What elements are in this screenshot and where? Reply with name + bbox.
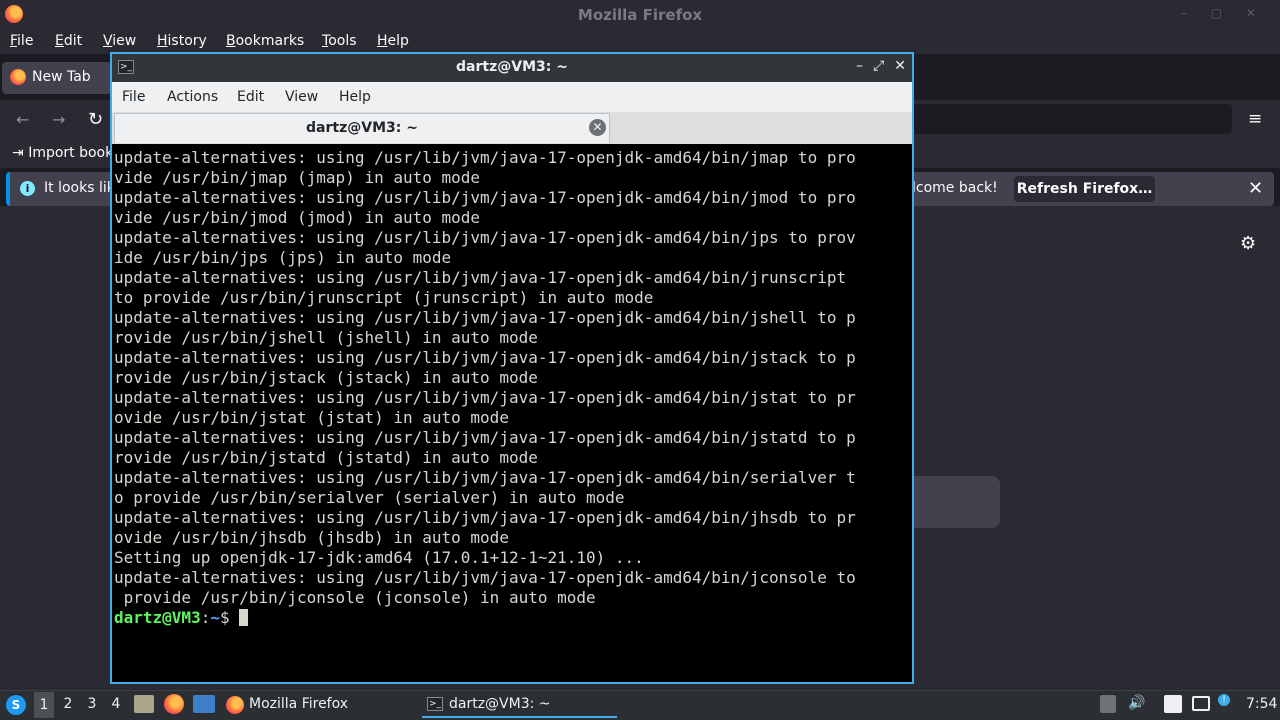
close-icon[interactable]: ✕ bbox=[894, 58, 906, 74]
firefox-url-bar[interactable] bbox=[910, 104, 1232, 134]
terminal-output-line: update-alternatives: using /usr/lib/jvm/… bbox=[114, 348, 856, 367]
terminal-menu-file[interactable]: File bbox=[122, 89, 145, 105]
terminal-window-title: dartz@VM3: ~ bbox=[456, 59, 568, 75]
terminal-window-controls: – ⤢ ✕ bbox=[846, 58, 906, 74]
prompt-user: dartz@VM3 bbox=[114, 608, 201, 627]
package-update-icon[interactable] bbox=[1100, 695, 1116, 713]
terminal-tab[interactable]: dartz@VM3: ~ ✕ bbox=[114, 113, 610, 143]
taskbar bbox=[0, 690, 1280, 720]
firefox-tab-icon bbox=[10, 69, 26, 85]
terminal-output-line: ide /usr/bin/jps (jps) in auto mode bbox=[114, 248, 452, 267]
terminal-output-line: vide /usr/bin/jmod (jmod) in auto mode bbox=[114, 208, 481, 227]
firefox-menu-bookmarks[interactable]: Bookmarks bbox=[226, 33, 304, 49]
terminal-output-line: rovide /usr/bin/jshell (jshell) in auto … bbox=[114, 328, 538, 347]
workspace-4[interactable]: 4 bbox=[106, 696, 126, 712]
terminal-task-icon: >_ bbox=[427, 697, 443, 711]
terminal-output-line: update-alternatives: using /usr/lib/jvm/… bbox=[114, 468, 856, 487]
prompt-symbol: $ bbox=[219, 608, 240, 627]
terminal-output-line: to provide /usr/bin/jrunscript (jrunscri… bbox=[114, 288, 654, 307]
terminal-output-line: update-alternatives: using /usr/lib/jvm/… bbox=[114, 228, 856, 247]
taskbar-task-terminal[interactable]: >_ dartz@VM3: ~ bbox=[422, 692, 617, 718]
notice-message-end: lcome back! bbox=[912, 180, 998, 196]
import-icon: ⇥ bbox=[12, 145, 29, 161]
refresh-firefox-button[interactable]: Refresh Firefox… bbox=[1014, 176, 1155, 202]
hamburger-menu-icon[interactable]: ≡ bbox=[1248, 109, 1262, 129]
terminal-output-line: update-alternatives: using /usr/lib/jvm/… bbox=[114, 388, 856, 407]
terminal-prompt-line: dartz@VM3:~$ bbox=[114, 608, 910, 628]
taskbar-task-firefox-label: Mozilla Firefox bbox=[249, 696, 349, 712]
notice-message-start: It looks lik bbox=[44, 180, 115, 196]
terminal-tabbar: dartz@VM3: ~ ✕ bbox=[112, 112, 912, 144]
firefox-task-icon bbox=[226, 696, 244, 714]
start-menu-icon[interactable]: S bbox=[6, 695, 26, 715]
terminal-output-line: o provide /usr/bin/serialver (serialver)… bbox=[114, 488, 625, 507]
terminal-output-line: update-alternatives: using /usr/lib/jvm/… bbox=[114, 568, 856, 587]
import-bookmarks-label: Import book bbox=[28, 145, 114, 161]
terminal-output-line: vide /usr/bin/jmap (jmap) in auto mode bbox=[114, 168, 481, 187]
tab-close-icon[interactable]: ✕ bbox=[589, 119, 606, 136]
firefox-menu-history[interactable]: History bbox=[157, 33, 207, 49]
gear-icon[interactable]: ⚙ bbox=[1240, 233, 1256, 254]
firefox-window-controls[interactable]: – ▢ ✕ bbox=[1181, 6, 1266, 20]
terminal-output-line: Setting up openjdk-17-jdk:amd64 (17.0.1+… bbox=[114, 548, 644, 567]
file-manager-icon[interactable] bbox=[134, 695, 154, 713]
notice-accent-bar bbox=[6, 172, 10, 206]
network-icon[interactable] bbox=[1192, 696, 1210, 711]
terminal-window: >_ dartz@VM3: ~ – ⤢ ✕ File Actions Edit Vi… bbox=[110, 52, 914, 684]
terminal-output-line: ovide /usr/bin/jhsdb (jhsdb) in auto mod… bbox=[114, 528, 509, 547]
firefox-launcher-icon[interactable] bbox=[164, 694, 184, 714]
terminal-menu-edit[interactable]: Edit bbox=[237, 89, 264, 105]
terminal-output-line: update-alternatives: using /usr/lib/jvm/… bbox=[114, 428, 856, 447]
firefox-window-title: Mozilla Firefox bbox=[577, 6, 703, 24]
firefox-menu-tools[interactable]: Tools bbox=[322, 33, 357, 49]
terminal-output-line: update-alternatives: using /usr/lib/jvm/… bbox=[114, 148, 856, 167]
terminal-menubar: File Actions Edit View Help bbox=[112, 82, 912, 112]
forward-arrow-icon[interactable]: → bbox=[52, 110, 65, 129]
clipboard-icon[interactable] bbox=[1164, 695, 1182, 713]
taskbar-task-firefox[interactable]: Mozilla Firefox bbox=[222, 692, 412, 718]
terminal-output-line: ovide /usr/bin/jstat (jstat) in auto mod… bbox=[114, 408, 509, 427]
back-arrow-icon[interactable]: ← bbox=[16, 110, 29, 129]
firefox-menu-view[interactable]: View bbox=[103, 33, 136, 49]
firefox-tab-new-tab[interactable]: New Tab bbox=[2, 62, 112, 94]
prompt-path: ~ bbox=[210, 608, 220, 627]
prompt-separator: : bbox=[200, 608, 211, 627]
import-bookmarks-button[interactable]: ⇥ Import book bbox=[12, 145, 113, 161]
clock[interactable]: 7:54 bbox=[1246, 696, 1277, 712]
minimize-icon[interactable]: – bbox=[856, 58, 863, 74]
terminal-menu-actions[interactable]: Actions bbox=[167, 89, 218, 105]
terminal-output-line: update-alternatives: using /usr/lib/jvm/… bbox=[114, 268, 847, 287]
terminal-output-line: update-alternatives: using /usr/lib/jvm/… bbox=[114, 308, 856, 327]
terminal-output-line: rovide /usr/bin/jstatd (jstatd) in auto … bbox=[114, 448, 538, 467]
workspace-2[interactable]: 2 bbox=[58, 696, 78, 712]
firefox-menubar: File Edit View History Bookmarks Tools H… bbox=[0, 30, 1280, 54]
firefox-titlebar: Mozilla Firefox – ▢ ✕ bbox=[0, 0, 1280, 30]
info-icon: i bbox=[20, 181, 35, 196]
firefox-menu-file[interactable]: File bbox=[10, 33, 33, 49]
terminal-output-lines: update-alternatives: using /usr/lib/jvm/… bbox=[114, 148, 910, 608]
workspace-1[interactable]: 1 bbox=[34, 692, 54, 718]
show-desktop-icon[interactable] bbox=[193, 695, 215, 713]
terminal-output[interactable]: update-alternatives: using /usr/lib/jvm/… bbox=[114, 148, 910, 680]
taskbar-task-terminal-label: dartz@VM3: ~ bbox=[449, 696, 551, 712]
firefox-search-box[interactable] bbox=[900, 476, 1000, 528]
firefox-menu-help[interactable]: Help bbox=[377, 33, 409, 49]
maximize-icon[interactable]: ⤢ bbox=[873, 58, 884, 74]
terminal-cursor bbox=[239, 609, 249, 626]
terminal-menu-help[interactable]: Help bbox=[339, 89, 371, 105]
terminal-tab-label: dartz@VM3: ~ bbox=[306, 120, 418, 136]
terminal-output-line: update-alternatives: using /usr/lib/jvm/… bbox=[114, 188, 856, 207]
notice-close-icon[interactable]: ✕ bbox=[1248, 178, 1263, 199]
firefox-menu-edit[interactable]: Edit bbox=[55, 33, 82, 49]
workspace-3[interactable]: 3 bbox=[82, 696, 102, 712]
reload-icon[interactable]: ↻ bbox=[88, 109, 103, 130]
terminal-output-line: rovide /usr/bin/jstack (jstack) in auto … bbox=[114, 368, 538, 387]
volume-icon[interactable]: 🔊 bbox=[1128, 695, 1145, 711]
notification-icon[interactable]: ! bbox=[1218, 694, 1230, 706]
terminal-menu-view[interactable]: View bbox=[285, 89, 318, 105]
terminal-titlebar[interactable]: >_ dartz@VM3: ~ – ⤢ ✕ bbox=[112, 54, 912, 82]
terminal-output-line: update-alternatives: using /usr/lib/jvm/… bbox=[114, 508, 856, 527]
firefox-tab-label: New Tab bbox=[32, 69, 91, 85]
terminal-output-line: provide /usr/bin/jconsole (jconsole) in … bbox=[114, 588, 596, 607]
